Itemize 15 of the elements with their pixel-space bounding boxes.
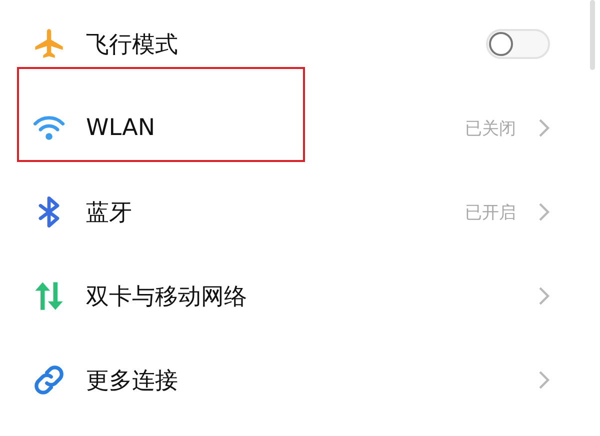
setting-label: 双卡与移动网络 bbox=[86, 282, 247, 312]
setting-label: 飞行模式 bbox=[86, 30, 178, 60]
scrollbar[interactable] bbox=[590, 0, 595, 70]
link-icon bbox=[32, 363, 66, 397]
chevron-icon bbox=[538, 370, 550, 390]
status-text: 已关闭 bbox=[465, 118, 516, 140]
toggle-switch[interactable] bbox=[486, 29, 550, 59]
setting-label: 更多连接 bbox=[86, 366, 178, 396]
setting-label: 蓝牙 bbox=[86, 198, 132, 228]
setting-label: WLAN bbox=[86, 115, 156, 141]
airplane-icon bbox=[32, 27, 66, 61]
chevron-icon bbox=[538, 118, 550, 138]
chevron-icon bbox=[538, 202, 550, 222]
status-text: 已开启 bbox=[465, 202, 516, 224]
chevron-icon bbox=[538, 286, 550, 306]
